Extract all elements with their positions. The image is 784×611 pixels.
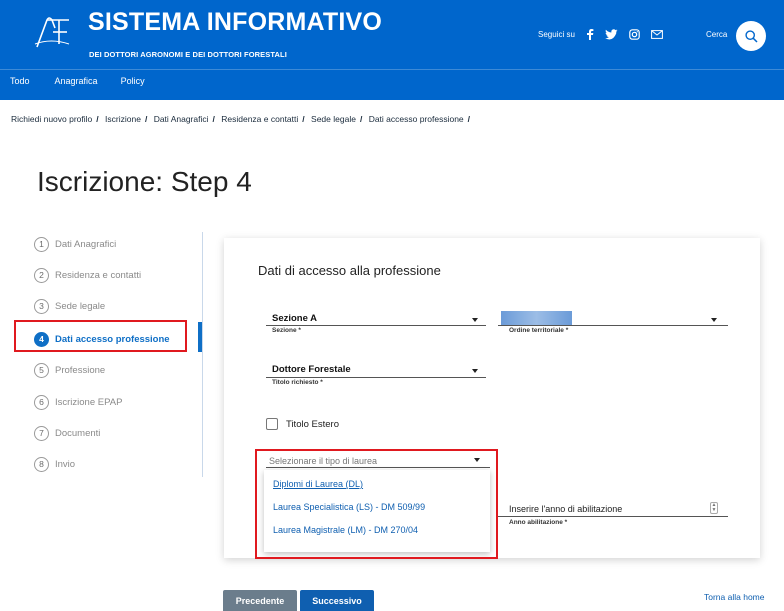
active-step-indicator [198,322,202,352]
nav-item-anagrafica[interactable]: Anagrafica [55,76,98,94]
sezione-value: Sezione A [272,313,318,324]
step-item[interactable]: 7 Documenti [34,421,204,445]
breadcrumb: Richiedi nuovo profilo / Iscrizione / Dati… [11,114,471,124]
chevron-down-icon [711,318,717,322]
instagram-icon[interactable] [629,28,640,40]
logo-icon[interactable] [33,14,71,50]
anno-placeholder: Inserire l'anno di abilitazione [509,504,623,514]
step-item[interactable]: 6 Iscrizione EPAP [34,390,204,414]
form-title: Dati di accesso alla professione [258,263,441,278]
breadcrumb-item[interactable]: Iscrizione [105,114,141,124]
search-icon [744,29,758,43]
main-nav: Todo Anagrafica Policy [0,76,145,94]
page-title: Iscrizione: Step 4 [37,166,252,197]
breadcrumb-item[interactable]: Dati Anagrafici [154,114,209,124]
facebook-icon[interactable] [586,28,594,40]
steps-divider [202,232,203,477]
sezione-label: Sezione * [272,327,301,334]
highlight-box-dropdown [255,449,498,559]
step-item[interactable]: 3 Sede legale [34,294,204,318]
social-links: Seguici su [538,28,663,40]
breadcrumb-item[interactable]: Residenza e contatti [221,114,298,124]
breadcrumb-item[interactable]: Dati accesso professione [369,114,464,124]
highlight-box-step [14,320,187,352]
site-header: SISTEMA INFORMATIVO DEI DOTTORI AGRONOMI… [0,0,784,100]
breadcrumb-item[interactable]: Sede legale [311,114,356,124]
number-stepper[interactable]: ▲ ▼ [710,502,718,514]
twitter-icon[interactable] [605,28,618,40]
follow-label: Seguici su [538,29,575,39]
nav-item-todo[interactable]: Todo [10,76,30,94]
search-button[interactable] [736,21,766,51]
titolo-label: Titolo richiesto * [272,379,323,386]
step-item[interactable]: 2 Residenza e contatti [34,263,204,287]
ordine-value-redacted [501,311,572,325]
previous-button[interactable]: Precedente [223,590,297,611]
next-button[interactable]: Successivo [300,590,374,611]
chevron-down-icon [472,369,478,373]
titolo-value: Dottore Forestale [272,364,351,375]
step-item[interactable]: 1 Dati Anagrafici [34,232,204,256]
chevron-down-icon [472,318,478,322]
ordine-label: Ordine territoriale * [509,327,569,334]
breadcrumb-item[interactable]: Richiedi nuovo profilo [11,114,92,124]
home-link[interactable]: Torna alla home [704,592,764,602]
header-divider [0,69,784,70]
app-subtitle: DEI DOTTORI AGRONOMI E DEI DOTTORI FORES… [89,50,287,59]
titolo-estero-checkbox[interactable] [266,418,278,430]
mail-icon[interactable] [651,29,663,39]
nav-item-policy[interactable]: Policy [121,76,145,94]
step-item[interactable]: 8 Invio [34,452,204,476]
titolo-estero-label: Titolo Estero [286,419,339,430]
step-item[interactable]: 5 Professione [34,358,204,382]
app-title[interactable]: SISTEMA INFORMATIVO [88,8,382,37]
anno-label: Anno abilitazione * [509,519,568,526]
search-label[interactable]: Cerca [706,30,727,39]
